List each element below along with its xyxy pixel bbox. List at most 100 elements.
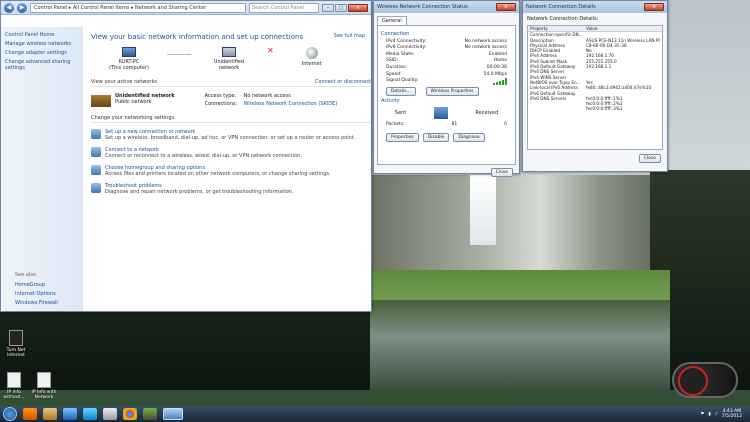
network-map: KURT-PC (This computer) Unidentified net… xyxy=(91,46,371,71)
sidebar-item-adapter[interactable]: Change adapter settings xyxy=(5,50,79,56)
ipv6-label: IPv6 Connectivity: xyxy=(386,45,427,51)
connections-label: Connections: xyxy=(204,100,238,107)
active-networks-label: View your active networks xyxy=(91,79,157,85)
media-value: Enabled xyxy=(488,51,507,57)
flag-icon[interactable]: ⚑ xyxy=(700,412,704,417)
see-also-label: See also xyxy=(15,272,37,278)
network-type[interactable]: Public network xyxy=(115,99,175,105)
access-type-value: No network access xyxy=(243,93,291,99)
connection-link[interactable]: Wireless Network Connection (SKIDE) xyxy=(244,101,338,108)
breadcrumb[interactable]: Control Panel ▸ All Control Panel Items … xyxy=(30,2,246,13)
troubleshoot-icon xyxy=(91,183,101,193)
desktop-icon-ip-info-without[interactable]: IP Info without... xyxy=(0,372,28,400)
ssid-value: Home xyxy=(493,58,507,64)
sidebar-item-wireless[interactable]: Manage wireless networks xyxy=(5,41,79,47)
see-also-firewall[interactable]: Windows Firewall xyxy=(15,300,58,306)
control-panel-icon[interactable] xyxy=(163,408,183,420)
vlc-icon[interactable] xyxy=(23,408,37,420)
node-internet: Internet xyxy=(301,61,322,67)
disable-button[interactable]: Disable xyxy=(422,133,450,143)
status-close-icon[interactable]: × xyxy=(496,3,516,11)
details-window-title: Network Connection Details xyxy=(526,4,596,10)
status-window-title: Wireless Network Connection Status xyxy=(377,4,468,10)
forward-icon[interactable]: ▶ xyxy=(17,2,27,13)
connection-status-window: Wireless Network Connection Status × Gene… xyxy=(373,0,520,177)
node-computer: KURT-PC (This computer) xyxy=(109,59,149,71)
task-description: Set up a wireless, broadband, dial-up, a… xyxy=(105,135,356,141)
connection-group-label: Connection xyxy=(381,31,410,37)
desktop-icon-label: Turn Net Internet xyxy=(6,348,26,358)
sent-label: Sent xyxy=(394,110,407,117)
chrome-icon[interactable] xyxy=(123,408,137,420)
status-close-button[interactable]: Close xyxy=(490,168,513,177)
page-title: View your basic network information and … xyxy=(91,33,304,41)
media-label: Media State: xyxy=(386,51,415,57)
details-close-icon[interactable]: × xyxy=(644,3,664,11)
details-close-button[interactable]: Close xyxy=(638,154,661,163)
search-input[interactable]: Search Control Panel xyxy=(249,2,319,13)
close-button[interactable]: × xyxy=(348,3,368,12)
see-also-homegroup[interactable]: HomeGroup xyxy=(15,282,58,288)
access-type-label: Access type: xyxy=(204,93,237,99)
explorer-icon[interactable] xyxy=(43,408,57,420)
see-also-internet-options[interactable]: Internet Options xyxy=(15,291,58,297)
change-settings-label: Change your networking settings xyxy=(91,115,175,121)
park-bench-icon xyxy=(91,95,111,107)
ipv4-label: IPv4 Connectivity: xyxy=(386,38,427,44)
column-header[interactable]: Property xyxy=(530,26,586,31)
sidebar: Control Panel Home Manage wireless netwo… xyxy=(1,27,83,311)
volume-icon[interactable]: ♪ xyxy=(715,412,718,417)
network-tray-icon[interactable]: ▮ xyxy=(708,412,710,417)
wireless-properties-button[interactable]: Wireless Properties xyxy=(425,87,479,97)
clock[interactable]: 4:43 AM 7/5/2012 xyxy=(722,409,742,419)
homegroup-icon xyxy=(91,165,101,175)
clock-date: 7/5/2012 xyxy=(721,414,742,419)
connect-disconnect-link[interactable]: Connect or disconnect xyxy=(315,79,371,85)
ie-icon[interactable] xyxy=(63,408,77,420)
node-network: Unidentified network xyxy=(213,59,245,71)
details-button[interactable]: Details... xyxy=(386,87,416,97)
back-icon[interactable]: ◀ xyxy=(4,2,14,13)
desktop-icon-turn-net[interactable]: Turn Net Internet xyxy=(2,330,30,358)
app-icon[interactable] xyxy=(103,408,117,420)
activity-computer-icon xyxy=(433,107,448,120)
tab-general[interactable]: General xyxy=(377,16,407,25)
computer-icon xyxy=(122,47,136,57)
column-header[interactable]: Value xyxy=(586,26,660,31)
cell: fec0:0:0:ffff::3%1 xyxy=(586,106,623,112)
skype-icon[interactable] xyxy=(83,408,97,420)
details-table: Property Value Connection-specific DN... … xyxy=(527,25,663,150)
task-description: Connect or reconnect to a wireless, wire… xyxy=(105,153,302,159)
speed-label: Speed: xyxy=(386,71,402,77)
full-map-link[interactable]: See full map xyxy=(334,33,365,41)
signal-label: Signal Quality: xyxy=(386,78,419,84)
new-connection-icon xyxy=(91,129,101,139)
desktop-icon-label: IP Info without... xyxy=(3,390,25,400)
sidebar-item-sharing[interactable]: Change advanced sharing settings xyxy=(5,59,79,71)
speedometer-gadget[interactable] xyxy=(672,362,738,398)
system-tray: ⚑ ▮ ♪ 4:43 AM 7/5/2012 xyxy=(700,409,750,419)
connection-details-window: Network Connection Details × Network Conn… xyxy=(522,0,668,172)
internet-icon xyxy=(305,47,318,59)
disconnected-icon: ✕ xyxy=(267,46,274,55)
received-label: Received xyxy=(475,110,499,117)
table-row xyxy=(530,106,586,111)
duration-label: Duration: xyxy=(386,64,408,70)
sidebar-item-home[interactable]: Control Panel Home xyxy=(5,32,79,38)
packets-received: 0 xyxy=(504,122,507,128)
maximize-button[interactable]: □ xyxy=(335,3,347,12)
properties-button[interactable]: Properties xyxy=(386,133,419,143)
network-sharing-center-window: ◀ ▶ Control Panel ▸ All Control Panel It… xyxy=(0,0,372,312)
connect-network-icon xyxy=(91,147,101,157)
diagnose-button[interactable]: Diagnose xyxy=(453,133,485,143)
minecraft-icon[interactable] xyxy=(143,408,157,420)
minimize-button[interactable]: – xyxy=(322,3,334,12)
start-button[interactable] xyxy=(3,407,17,421)
address-bar: ◀ ▶ Control Panel ▸ All Control Panel It… xyxy=(1,1,371,15)
ipv6-value: No network access xyxy=(464,45,507,51)
details-heading: Network Connection Details: xyxy=(527,16,599,22)
ipv4-value: No network access xyxy=(464,38,507,44)
desktop-icon-ip-info-with[interactable]: IP Info with Network xyxy=(30,372,58,400)
task-description: Access files and printers located on oth… xyxy=(105,171,331,177)
speed-value: 54.0 Mbps xyxy=(483,71,507,77)
